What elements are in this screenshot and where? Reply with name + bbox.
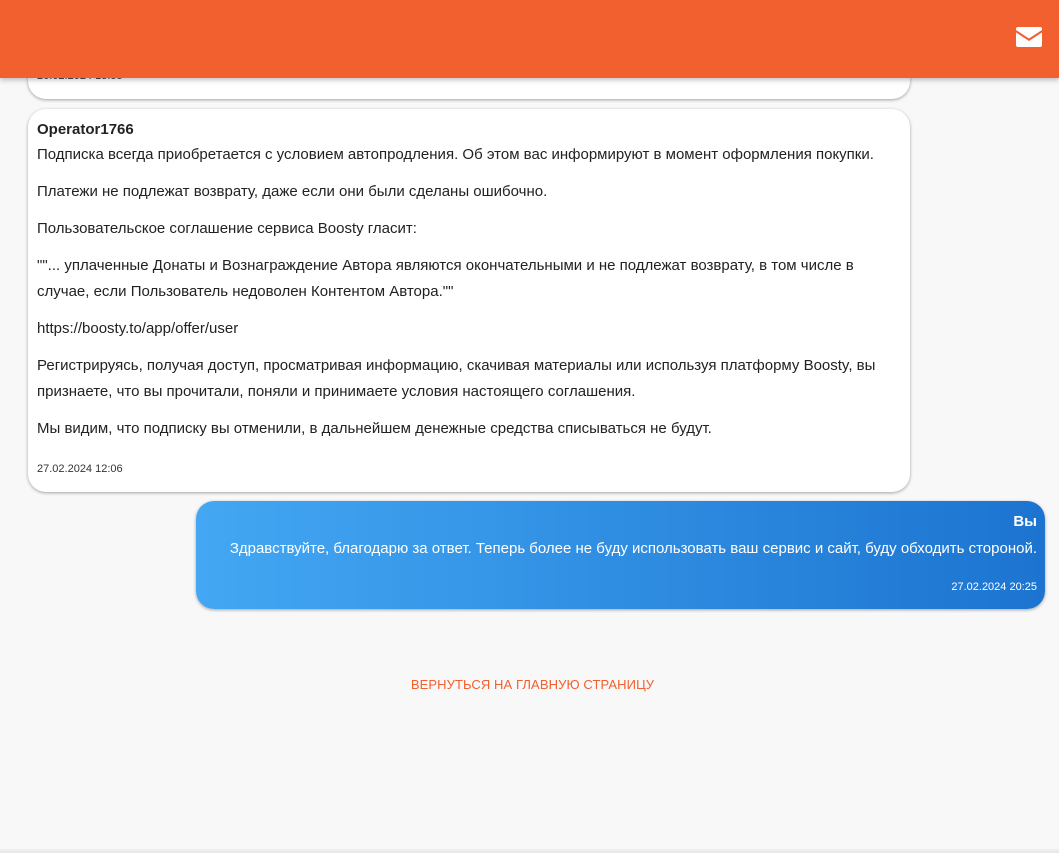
- bottom-divider: [0, 849, 1059, 853]
- message-paragraph: Платежи не подлежат возврату, даже если …: [37, 183, 548, 200]
- message-body: Подписка всегда приобретается с условием…: [37, 142, 903, 453]
- message-paragraph: Регистрируясь, получая доступ, просматри…: [37, 357, 876, 400]
- operator-message-card: Operator1766 Подписка всегда приобретает…: [28, 109, 910, 492]
- top-app-bar: [0, 0, 1059, 78]
- message-author: Вы: [1013, 513, 1037, 530]
- message-body: Здравствуйте, благодарю за ответ. Теперь…: [229, 540, 1037, 557]
- message-paragraph: Подписка всегда приобретается с условием…: [37, 146, 874, 163]
- message-paragraph: Мы видим, что подписку вы отменили, в да…: [37, 420, 712, 437]
- message-author: Operator1766: [37, 121, 134, 138]
- back-to-home-link[interactable]: ВЕРНУТЬСЯ НА ГЛАВНУЮ СТРАНИЦУ: [0, 677, 1059, 692]
- message-link[interactable]: https://boosty.to/app/offer/user: [37, 316, 903, 342]
- page: 26.02.2024 15:55 Operator1766 Подписка в…: [0, 0, 1059, 853]
- message-paragraph: ""... уплаченные Донаты и Вознаграждение…: [37, 257, 854, 300]
- user-message-card: Вы Здравствуйте, благодарю за ответ. Теп…: [196, 501, 1045, 609]
- message-timestamp: 27.02.2024 12:06: [37, 463, 123, 475]
- message-paragraph: Пользовательское соглашение сервиса Boos…: [37, 220, 417, 237]
- envelope-icon[interactable]: [1016, 27, 1042, 47]
- message-timestamp: 27.02.2024 20:25: [951, 581, 1037, 593]
